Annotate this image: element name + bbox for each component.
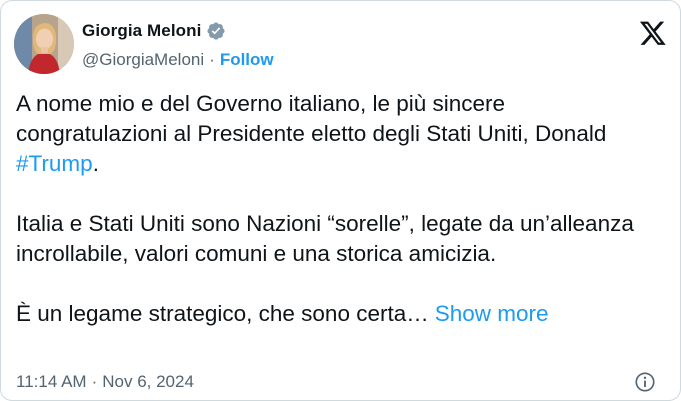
- tweet-card: Giorgia Meloni @GiorgiaMeloni · Follow A…: [0, 0, 681, 401]
- tweet-paragraph-2: Italia e Stati Uniti sono Nazioni “sorel…: [16, 211, 634, 266]
- verified-badge-icon: [206, 21, 226, 41]
- info-icon[interactable]: [634, 371, 656, 393]
- tweet-header: Giorgia Meloni @GiorgiaMeloni · Follow: [14, 14, 669, 76]
- timestamp-separator: ·: [91, 372, 98, 391]
- tweet-text-1: A nome mio e del Governo italiano, le pi…: [16, 91, 607, 146]
- author-handle[interactable]: @GiorgiaMeloni: [82, 50, 204, 70]
- tweet-paragraph-1: A nome mio e del Governo italiano, le pi…: [16, 89, 656, 179]
- tweet-body: A nome mio e del Governo italiano, le pi…: [16, 89, 656, 359]
- tweet-text-3: È un legame strategico, che sono certa…: [16, 301, 429, 326]
- tweet-timestamp[interactable]: 11:14 AM · Nov 6, 2024: [16, 372, 194, 392]
- handle-separator: ·: [209, 50, 215, 69]
- author-name[interactable]: Giorgia Meloni: [82, 21, 201, 41]
- hashtag-link[interactable]: #Trump: [16, 151, 93, 176]
- tweet-paragraph-3: È un legame strategico, che sono certa… S…: [16, 299, 656, 329]
- follow-button[interactable]: Follow: [220, 50, 274, 70]
- tweet-time: 11:14 AM: [16, 372, 87, 391]
- tweet-date: Nov 6, 2024: [102, 372, 194, 391]
- avatar[interactable]: [14, 14, 74, 74]
- author-identity: Giorgia Meloni @GiorgiaMeloni · Follow: [82, 20, 274, 72]
- show-more-link[interactable]: Show more: [435, 301, 549, 326]
- tweet-text-1-end: .: [92, 151, 99, 176]
- x-logo-icon[interactable]: [638, 19, 668, 47]
